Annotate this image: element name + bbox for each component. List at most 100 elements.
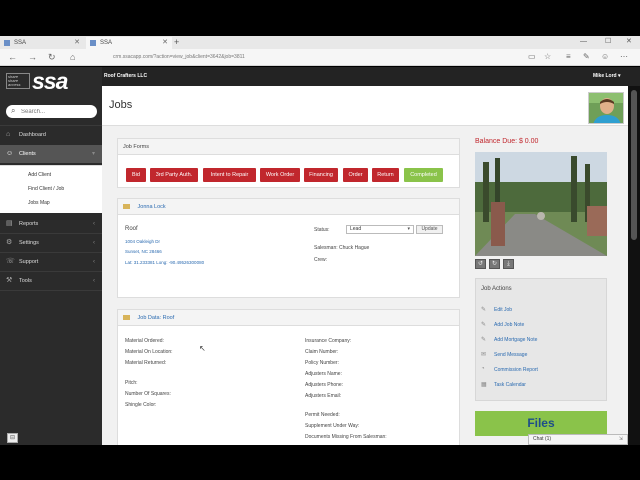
search-input[interactable] <box>21 107 93 116</box>
submenu-jobs-map[interactable]: Jobs Map <box>28 200 50 206</box>
order-button[interactable]: Order <box>343 168 368 182</box>
url-field[interactable]: crm.ssacapp.com/?action=view_job&client=… <box>113 54 245 60</box>
panel-header: Job Forms <box>118 139 459 155</box>
ssa-logo[interactable]: share share access ssa <box>6 68 70 96</box>
balance-due: Balance Due: $ 0.00 <box>475 138 539 145</box>
sidebar-item-settings[interactable]: ⚙ Settings ‹ <box>0 234 102 252</box>
tab-label: SSA <box>100 40 113 46</box>
chevron-down-icon: ▾ <box>91 151 95 157</box>
panel-title: Job Forms <box>123 144 149 150</box>
reading-view-icon[interactable]: ▭ <box>528 52 536 62</box>
job-data-title[interactable]: Job Data: Roof <box>138 315 175 321</box>
collapse-sidebar-icon[interactable]: ⊟ <box>7 433 18 443</box>
third-party-auth-button[interactable]: 3rd Party Auth. <box>150 168 198 182</box>
chat-widget[interactable]: Chat (1) ⇲ <box>528 434 628 445</box>
job-data-panel: Job Data: Roof Material Ordered: Materia… <box>117 309 460 445</box>
refresh-icon[interactable]: ↻ <box>48 52 56 62</box>
commission-report-link[interactable]: Commission Report <box>494 367 538 373</box>
submenu-add-client[interactable]: Add Client <box>28 172 51 178</box>
address-line2[interactable]: Sunset, NC 28466 <box>125 249 162 254</box>
salesman: Salesman: Chuck Hague <box>314 245 370 251</box>
client-name-link[interactable]: Jonna Lock <box>138 204 166 210</box>
favorite-star-icon[interactable]: ☆ <box>544 52 551 62</box>
panel-header: Jonna Lock <box>118 199 459 215</box>
return-button[interactable]: Return <box>372 168 399 182</box>
close-tab-icon[interactable]: ✕ <box>74 37 80 49</box>
field-label: Supplement Under Way: <box>305 423 360 429</box>
field-label: Shingle Color: <box>125 402 157 408</box>
client-panel: Jonna Lock Roof 1004 Oakleigh Dr Sunset,… <box>117 198 460 298</box>
chat-toggle-icon[interactable]: ⇲ <box>619 435 623 444</box>
chevron-left-icon: ‹ <box>93 221 95 227</box>
notes-icon[interactable]: ✎ <box>583 52 590 62</box>
rotate-right-icon[interactable]: ↻ <box>489 259 500 269</box>
close-tab-icon[interactable]: ✕ <box>162 37 168 49</box>
sidebar-item-label: Reports <box>19 221 39 227</box>
financing-button[interactable]: Financing <box>304 168 338 182</box>
field-label: Adjusters Email: <box>305 393 342 399</box>
address-line1[interactable]: 1004 Oakleigh Dr <box>125 239 160 244</box>
divider <box>0 290 102 291</box>
add-mortgage-note-link[interactable]: Add Mortgage Note <box>494 337 537 343</box>
forward-arrow-icon[interactable]: → <box>28 52 37 62</box>
completed-button[interactable]: Completed <box>404 168 443 182</box>
job-forms-panel: Job Forms Bid 3rd Party Auth. Intent to … <box>117 138 460 188</box>
user-menu[interactable]: Mike Lord ▾ <box>593 73 621 79</box>
status-label: Status: <box>314 227 330 233</box>
sidebar-item-tools[interactable]: ⚒ Tools ‹ <box>0 272 102 290</box>
browser-tab-bar: SSA ✕ SSA ✕ + — ☐ ✕ <box>0 36 640 49</box>
field-label: Material Ordered: <box>125 338 164 344</box>
rotate-left-icon[interactable]: ↺ <box>475 259 486 269</box>
minimize-button[interactable]: — <box>580 36 587 48</box>
folder-icon <box>123 315 130 320</box>
update-button[interactable]: Update <box>416 225 443 234</box>
submenu-find-client[interactable]: Find Client / Job <box>28 186 64 192</box>
logo-small-text: share share access <box>6 73 30 89</box>
chevron-left-icon: ‹ <box>93 240 95 246</box>
more-icon[interactable]: ⋯ <box>620 52 628 62</box>
close-window-button[interactable]: ✕ <box>626 36 632 48</box>
page-scrollbar[interactable] <box>628 86 640 445</box>
sidebar-item-clients[interactable]: ☺ Clients ▾ <box>0 145 102 163</box>
sidebar-item-reports[interactable]: ▤ Reports ‹ <box>0 215 102 233</box>
main-content: Jobs Job Forms Bid 3rd Party Auth. Inten… <box>102 86 628 445</box>
job-actions-title: Job Actions <box>481 286 512 292</box>
mouse-cursor-icon: ↖ <box>199 344 206 353</box>
home-icon[interactable]: ⌂ <box>70 52 75 62</box>
edit-job-link[interactable]: Edit Job <box>494 307 512 313</box>
new-tab-button[interactable]: + <box>174 36 179 48</box>
chat-label: Chat (1) <box>533 436 552 442</box>
sidebar-item-support[interactable]: ☏ Support ‹ <box>0 253 102 271</box>
coordinates[interactable]: Lat: 31.233381 Long: -90.49526300080 <box>125 260 204 265</box>
job-actions-panel: Job Actions ✎ Edit Job ✎ Add Job Note ✎ … <box>475 278 607 401</box>
bid-button[interactable]: Bid <box>126 168 146 182</box>
browser-tab[interactable]: SSA ✕ <box>0 37 84 49</box>
send-message-link[interactable]: Send Message <box>494 352 527 358</box>
note-icon: ✎ <box>481 322 487 328</box>
profile-icon[interactable]: ☺ <box>601 52 609 62</box>
download-icon[interactable]: ⤓ <box>503 259 514 269</box>
report-icon: ◔ <box>481 366 485 372</box>
property-photo[interactable] <box>475 152 607 256</box>
sidebar-item-label: Support <box>19 259 39 265</box>
add-job-note-link[interactable]: Add Job Note <box>494 322 524 328</box>
maximize-button[interactable]: ☐ <box>605 36 611 48</box>
field-label: Permit Needed: <box>305 412 340 418</box>
field-label: Material On Location: <box>125 349 173 355</box>
browser-tab-active[interactable]: SSA ✕ <box>86 37 172 49</box>
sidebar-item-dashboard[interactable]: ⌂ Dashboard <box>0 126 102 144</box>
status-select[interactable]: Lead ▾ <box>346 225 414 234</box>
tab-label: SSA <box>14 40 27 46</box>
task-calendar-link[interactable]: Task Calendar <box>494 382 526 388</box>
favicon-icon <box>90 40 96 46</box>
scrollbar-thumb[interactable] <box>631 90 637 240</box>
panel-header: Job Data: Roof <box>118 310 459 326</box>
avatar[interactable] <box>588 92 624 124</box>
files-button[interactable]: Files <box>475 411 607 436</box>
crew: Crew: <box>314 257 328 263</box>
intent-to-repair-button[interactable]: Intent to Repair <box>203 168 256 182</box>
work-order-button[interactable]: Work Order <box>260 168 300 182</box>
back-arrow-icon[interactable]: ← <box>8 52 17 62</box>
sidebar-search[interactable]: ⌕ <box>6 105 97 118</box>
hub-icon[interactable]: ≡ <box>566 52 571 62</box>
